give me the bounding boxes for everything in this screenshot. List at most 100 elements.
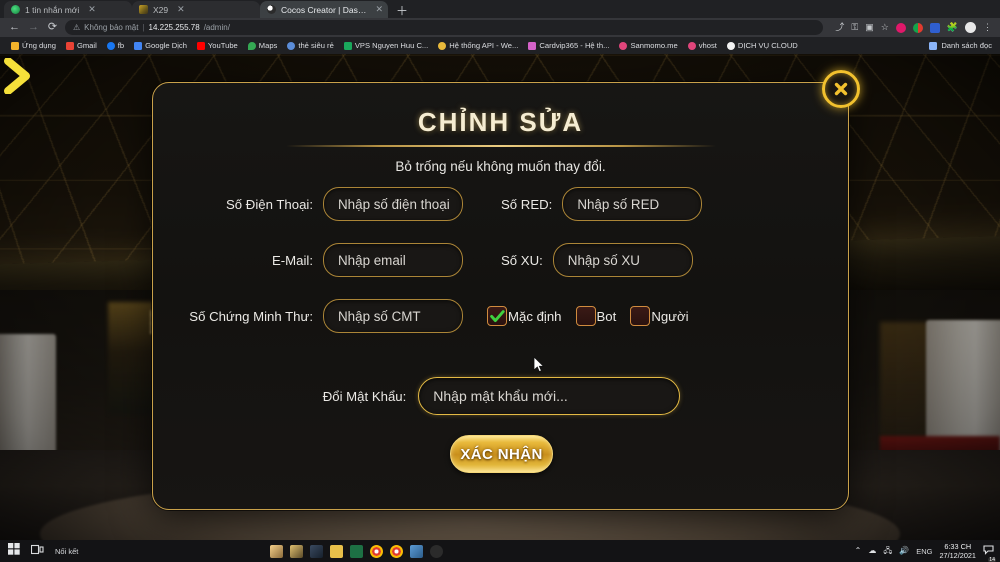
chevron-right-yellow-icon[interactable] <box>4 57 34 95</box>
taskbar-app-icon[interactable] <box>410 544 424 558</box>
star-icon[interactable]: ☆ <box>881 23 889 32</box>
chevron-up-icon[interactable]: ⌃ <box>855 547 862 555</box>
chrome-icon[interactable] <box>370 544 384 558</box>
new-tab-button[interactable]: ＋ <box>388 5 416 18</box>
tab-strip: 1 tin nhắn mới ✕ X29 ✕ Cocos Creator | D… <box>0 0 1000 18</box>
xu-input[interactable]: Nhập số XU <box>552 243 693 277</box>
volume-icon[interactable]: 🔊 <box>899 547 909 555</box>
checkbox-default[interactable]: Mặc định <box>487 306 562 326</box>
bookmark-item[interactable]: Sanmomo.me <box>614 41 682 50</box>
puzzle-icon[interactable]: 🧩 <box>947 23 958 32</box>
taskbar-app-icon[interactable] <box>310 544 324 558</box>
notification-center-icon[interactable]: 14 <box>983 542 996 562</box>
xu-label: Số XU: <box>501 252 543 268</box>
extension-red-icon[interactable] <box>895 22 906 33</box>
task-view-icon[interactable] <box>30 542 44 560</box>
profile-icon[interactable] <box>965 22 976 33</box>
browser-tab-0[interactable]: 1 tin nhắn mới ✕ <box>4 1 132 18</box>
taskbar-app-icon[interactable] <box>430 544 444 558</box>
bookmark-item[interactable]: Google Dịch <box>129 41 192 50</box>
bookmark-item[interactable]: Maps <box>243 41 283 50</box>
tab-title: Cocos Creator | Dashboard <box>281 4 366 15</box>
bookmark-label: vhost <box>698 41 717 50</box>
tab-close-icon[interactable]: ✕ <box>88 5 96 14</box>
link-pink-icon <box>619 41 628 50</box>
tab-close-icon[interactable]: ✕ <box>177 5 185 14</box>
url-path: /admin/ <box>203 23 230 32</box>
share-icon[interactable]: ⤴ <box>835 23 844 32</box>
reload-icon[interactable]: ⟳ <box>46 22 59 33</box>
notification-count: 14 <box>988 557 996 562</box>
card-icon <box>528 41 537 50</box>
checkbox-bot[interactable]: Bot <box>575 306 616 326</box>
taskbar-app-icon[interactable] <box>290 544 304 558</box>
chrome-icon[interactable] <box>390 544 404 558</box>
onedrive-icon[interactable]: ☁ <box>868 547 876 555</box>
checkbox-label: Mặc định <box>508 308 562 324</box>
modal-subtitle: Bỏ trống nếu không muốn thay đổi. <box>395 158 606 174</box>
green-square-icon <box>343 41 352 50</box>
cloud-globe-icon <box>726 41 735 50</box>
checkbox-box-unchecked[interactable] <box>575 306 596 326</box>
windows-start-icon[interactable] <box>8 542 20 560</box>
clock[interactable]: 6:33 CH 27/12/2021 <box>939 542 976 560</box>
email-input[interactable]: Nhập email <box>323 243 463 277</box>
bookmark-item[interactable]: Ứng dụng <box>6 41 61 50</box>
omnibox-bar: ← → ⟳ ⚠ Không bảo mật | 14.225.255.78 /a… <box>0 18 1000 37</box>
key-icon[interactable]: ⚿ <box>851 23 858 32</box>
excel-icon[interactable] <box>350 544 364 558</box>
network-icon[interactable]: 🖧 <box>883 547 892 555</box>
browser-tab-2[interactable]: Cocos Creator | Dashboard ✕ <box>260 1 388 18</box>
bookmark-item[interactable]: vhost <box>683 41 722 50</box>
browser-tab-1[interactable]: X29 ✕ <box>132 1 260 18</box>
bookmark-item[interactable]: fb <box>102 41 129 50</box>
address-bar[interactable]: ⚠ Không bảo mật | 14.225.255.78 /admin/ <box>65 20 824 35</box>
form-row-email-xu: E-Mail: Nhập email Số XU: Nhập số XU <box>153 243 850 277</box>
bookmark-label: Hệ thống API - We... <box>449 41 519 50</box>
close-x-icon[interactable] <box>822 70 860 108</box>
cast-icon[interactable]: ▣ <box>865 23 874 32</box>
edit-user-modal: CHỈNH SỬA Bỏ trống nếu không muốn thay đ… <box>152 70 860 510</box>
page-title: CHỈNH SỬA <box>417 107 584 137</box>
checkbox-box-checked[interactable] <box>487 306 507 326</box>
bookmark-item[interactable]: Gmail <box>61 41 102 50</box>
bookmark-item[interactable]: thẻ siêu rẻ <box>282 41 338 50</box>
bookmark-item[interactable]: Cardvip365 - Hệ th... <box>523 41 614 50</box>
reading-list-button[interactable]: Danh sách đọc <box>929 41 994 50</box>
xu-cell: Số XU: Nhập số XU <box>473 243 850 277</box>
not-secure-warning-icon: ⚠ <box>73 23 81 32</box>
reading-list-icon <box>929 41 938 50</box>
bookmark-label: VPS Nguyen Huu C... <box>354 41 429 50</box>
checkbox-person[interactable]: Người <box>630 306 689 326</box>
extension-green-icon[interactable] <box>912 22 923 33</box>
menu-icon[interactable]: ⋮ <box>983 23 992 32</box>
bookmark-item[interactable]: YouTube <box>192 41 243 50</box>
bookmark-item[interactable]: DỊCH VỤ CLOUD <box>722 41 803 50</box>
tab-title: 1 tin nhắn mới <box>25 4 80 15</box>
cmt-input[interactable]: Nhập số CMT <box>323 299 463 333</box>
confirm-row: XÁC NHẬN <box>153 435 850 473</box>
confirm-button[interactable]: XÁC NHẬN <box>450 435 553 473</box>
form-row-password: Đổi Mật Khẩu: Nhập mật khẩu mới... <box>153 377 850 415</box>
checkbox-box-unchecked[interactable] <box>630 306 651 326</box>
apps-grid-icon <box>11 41 19 50</box>
bookmark-label: Gmail <box>76 41 97 50</box>
extension-blue-icon[interactable] <box>929 22 940 33</box>
form-row-phone-red: Số Điện Thoại: Nhập số điện thoại Số RED… <box>153 187 850 221</box>
globe-icon <box>287 41 296 50</box>
language-indicator[interactable]: ENG <box>916 547 932 556</box>
maps-icon <box>247 41 256 50</box>
bookmark-item[interactable]: Hệ thống API - We... <box>433 41 523 50</box>
taskbar-folder-icon[interactable] <box>330 544 344 558</box>
bookmark-item[interactable]: VPS Nguyen Huu C... <box>339 41 433 50</box>
forward-icon[interactable]: → <box>27 22 40 33</box>
red-input[interactable]: Nhập số RED <box>562 187 703 221</box>
tab-close-icon[interactable]: ✕ <box>375 5 383 14</box>
back-icon[interactable]: ← <box>8 22 21 33</box>
phone-input[interactable]: Nhập số điện thoại <box>323 187 463 221</box>
taskbar-app-icon[interactable] <box>270 544 284 558</box>
tab-title: X29 <box>153 4 169 15</box>
messenger-icon <box>11 5 20 14</box>
password-input[interactable]: Nhập mật khẩu mới... <box>418 377 681 415</box>
